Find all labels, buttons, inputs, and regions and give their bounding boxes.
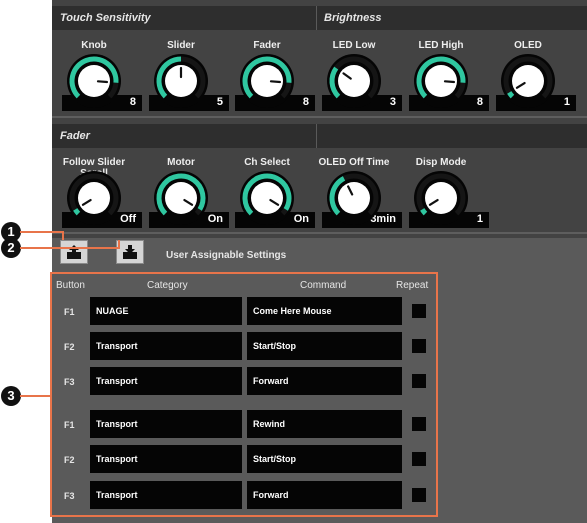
repeat-checkbox[interactable] (412, 452, 426, 466)
knob-value: 3 (389, 96, 396, 108)
category-select[interactable]: Transport (90, 445, 242, 473)
row-button-label: F1 (64, 307, 75, 317)
knob-value: 5 (216, 96, 223, 108)
brightness-title: Brightness (324, 12, 382, 24)
command-select[interactable]: Come Here Mouse (247, 297, 402, 325)
knob-control[interactable] (153, 170, 209, 226)
knob-control[interactable] (326, 170, 382, 226)
repeat-checkbox[interactable] (412, 374, 426, 388)
knob-value: 1 (476, 213, 483, 225)
knob-control[interactable] (66, 170, 122, 226)
callout-2: 2 (1, 238, 21, 258)
knob-value: 1 (563, 96, 570, 108)
export-button[interactable] (60, 240, 88, 264)
knob-value: 8 (129, 96, 136, 108)
row-button-label: F3 (64, 491, 75, 501)
row-button-label: F2 (64, 455, 75, 465)
knob-control[interactable] (413, 170, 469, 226)
knob-value: Off (120, 213, 136, 225)
touch-sensitivity-title: Touch Sensitivity (60, 12, 151, 24)
category-select[interactable]: Transport (90, 367, 242, 395)
callout-2-leader (118, 240, 120, 249)
category-select[interactable]: NUAGE (90, 297, 242, 325)
callout-3: 3 (1, 386, 21, 406)
col-button: Button (56, 280, 85, 291)
knob-label: LED High (418, 40, 464, 51)
command-select[interactable]: Forward (247, 367, 402, 395)
knob-label: Ch Select (244, 157, 290, 168)
command-select[interactable]: Rewind (247, 410, 402, 438)
knob-control[interactable] (239, 53, 295, 109)
divider (52, 116, 587, 118)
callout-1-leader (20, 231, 64, 233)
knob-value: On (207, 213, 223, 225)
command-select[interactable]: Start/Stop (247, 332, 402, 360)
knob-label: Knob (81, 40, 107, 51)
knob-value: 8 (476, 96, 483, 108)
category-select[interactable]: Transport (90, 481, 242, 509)
command-select[interactable]: Start/Stop (247, 445, 402, 473)
knob-label: Motor (167, 157, 195, 168)
knob-label: LED Low (332, 40, 376, 51)
knob-control[interactable] (413, 53, 469, 109)
knob-label: Slider (167, 40, 195, 51)
knob-control[interactable] (66, 53, 122, 109)
row-button-label: F3 (64, 377, 75, 387)
row-button-label: F2 (64, 342, 75, 352)
callout-1-leader (62, 231, 64, 240)
col-category: Category (147, 280, 188, 291)
callout-3-leader (20, 395, 50, 397)
callout-2-leader (20, 247, 120, 249)
category-select[interactable]: Transport (90, 332, 242, 360)
knob-control[interactable] (500, 53, 556, 109)
repeat-checkbox[interactable] (412, 417, 426, 431)
knob-label: Fader (253, 40, 281, 51)
knob-value: 8 (302, 96, 309, 108)
repeat-checkbox[interactable] (412, 339, 426, 353)
repeat-checkbox[interactable] (412, 488, 426, 502)
col-repeat: Repeat (396, 280, 429, 291)
knob-value: On (293, 213, 309, 225)
knob-control[interactable] (326, 53, 382, 109)
knob-label: OLED (514, 40, 542, 51)
knob-label: OLED Off Time (318, 157, 390, 168)
import-button[interactable] (116, 240, 144, 264)
knob-control[interactable] (239, 170, 295, 226)
repeat-checkbox[interactable] (412, 304, 426, 318)
col-command: Command (300, 280, 347, 291)
fader-header: Fader (52, 124, 587, 148)
knob-control[interactable] (153, 53, 209, 109)
user-assignable-title: User Assignable Settings (166, 250, 287, 261)
section-divider (316, 124, 317, 148)
knob-label: Disp Mode (415, 157, 467, 168)
category-select[interactable]: Transport (90, 410, 242, 438)
command-select[interactable]: Forward (247, 481, 402, 509)
touch-sensitivity-header: Touch Sensitivity Brightness (52, 6, 587, 30)
row-button-label: F1 (64, 420, 75, 430)
import-icon (123, 245, 137, 259)
section-divider (316, 6, 317, 30)
divider (52, 232, 587, 234)
fader-title: Fader (60, 130, 90, 142)
